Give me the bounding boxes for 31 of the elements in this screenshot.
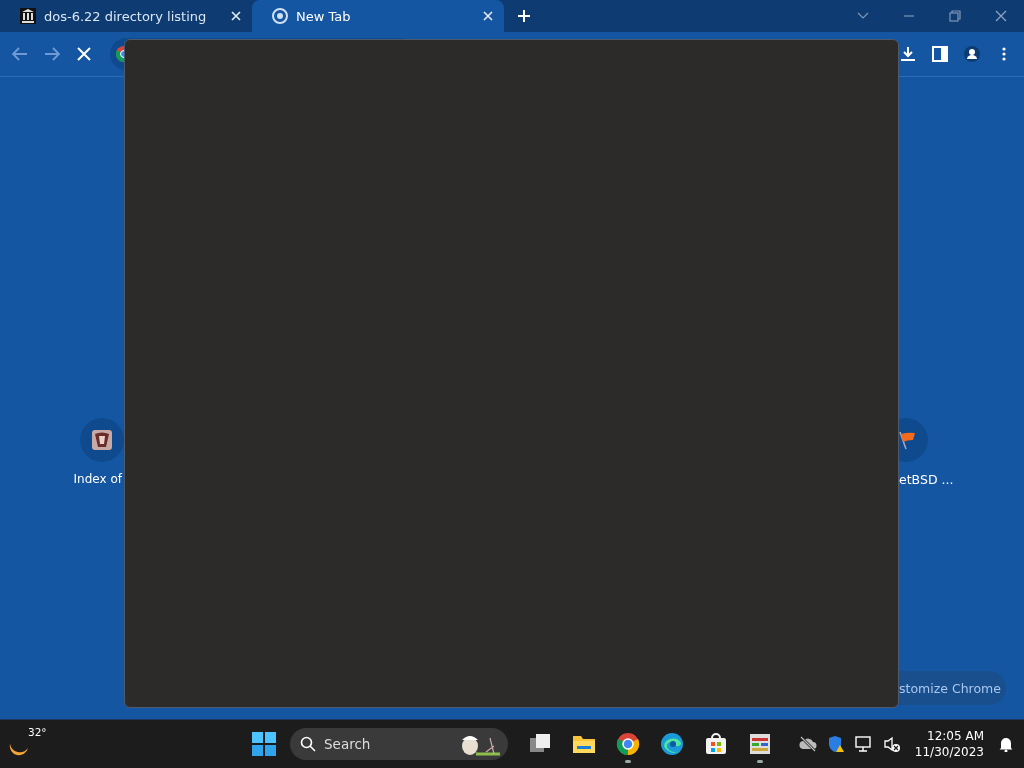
shortcut-label[interactable]: etBSD ...	[899, 472, 954, 487]
flag-icon	[896, 430, 916, 450]
browser-tab[interactable]: dos-6.22 directory listing	[0, 0, 252, 32]
building-icon	[20, 8, 36, 24]
store-icon[interactable]	[704, 732, 728, 756]
search-field[interactable]: Search	[290, 728, 508, 760]
forward-arrow-icon[interactable]	[44, 47, 60, 61]
clock-date[interactable]: 11/30/2023	[914, 744, 984, 760]
temperature-label[interactable]: 32°	[28, 726, 47, 738]
restore-icon[interactable]	[949, 10, 961, 22]
close-icon[interactable]	[995, 10, 1007, 22]
search-icon	[300, 736, 316, 752]
shortcut-tile[interactable]	[80, 418, 124, 462]
back-arrow-icon[interactable]	[12, 47, 28, 61]
plus-icon[interactable]	[517, 9, 531, 23]
download-icon[interactable]	[900, 46, 916, 62]
shortcut-label[interactable]: Index of	[73, 472, 122, 486]
clock-time[interactable]: 12:05 AM	[927, 728, 984, 744]
profile-icon[interactable]	[964, 46, 980, 62]
cloud-off-icon[interactable]	[798, 735, 817, 753]
edge-icon[interactable]	[660, 732, 684, 756]
shield-warning-icon[interactable]	[826, 735, 845, 753]
app-window-icon[interactable]	[748, 732, 772, 756]
stop-icon[interactable]	[77, 47, 91, 61]
side-panel-icon[interactable]	[932, 46, 948, 62]
speaker-muted-icon[interactable]	[882, 735, 901, 753]
browser-icon	[272, 8, 288, 24]
bell-icon[interactable]	[998, 736, 1014, 752]
start-icon[interactable]	[252, 732, 276, 756]
browser-tab[interactable]: New Tab	[252, 0, 504, 32]
chrome-icon[interactable]	[616, 732, 640, 756]
